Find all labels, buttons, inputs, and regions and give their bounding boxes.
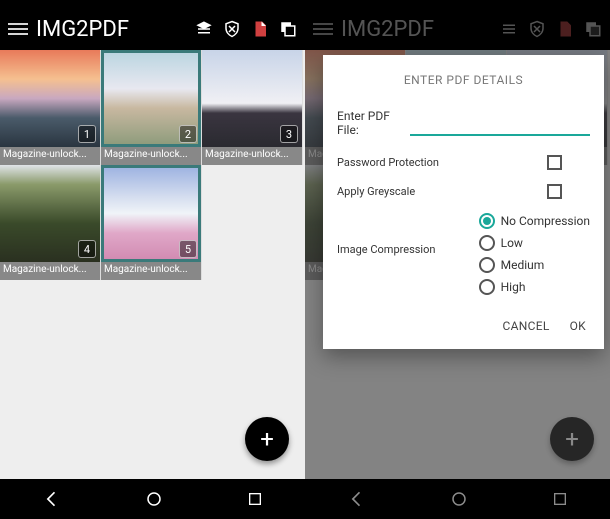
radio-icon — [479, 279, 495, 295]
status-bar — [0, 0, 305, 8]
cell-filename: Magazine-unlock... — [202, 147, 302, 165]
cancel-button[interactable]: CANCEL — [503, 319, 550, 333]
radio-icon — [479, 213, 495, 229]
appbar-actions — [195, 20, 297, 38]
phone-left: IMG2PDF 1 Magazine-unlock... 2 Magazine-… — [0, 0, 305, 519]
cell-filename: Magazine-unlock... — [101, 262, 201, 280]
cell-filename: Magazine-unlock... — [0, 147, 100, 165]
file-label: Enter PDF File: — [337, 109, 402, 137]
grid-cell[interactable]: 2 Magazine-unlock... — [101, 50, 202, 165]
compression-low-radio[interactable]: Low — [479, 235, 590, 251]
plus-icon: + — [260, 425, 274, 453]
app-title: IMG2PDF — [36, 17, 129, 42]
cell-number: 5 — [179, 240, 197, 258]
recents-icon[interactable] — [247, 491, 263, 507]
compression-medium-radio[interactable]: Medium — [479, 257, 590, 273]
pdf-details-dialog: ENTER PDF DETAILS Enter PDF File: Passwo… — [323, 55, 604, 349]
password-protection-checkbox[interactable] — [547, 155, 562, 170]
stack-icon[interactable] — [195, 20, 213, 38]
phone-right: IMG2PDF Magazine-unlock... Magazine-unlo… — [305, 0, 610, 519]
dialog-title: ENTER PDF DETAILS — [337, 73, 590, 87]
cell-number: 2 — [179, 125, 197, 143]
cell-number: 1 — [78, 125, 96, 143]
shield-icon[interactable] — [223, 20, 241, 38]
radio-icon — [479, 235, 495, 251]
image-grid: 1 Magazine-unlock... 2 Magazine-unlock..… — [0, 50, 305, 280]
radio-icon — [479, 257, 495, 273]
home-icon[interactable] — [145, 490, 163, 508]
compression-high-radio[interactable]: High — [479, 279, 590, 295]
pdf-filename-input[interactable] — [410, 111, 590, 136]
cell-number: 4 — [78, 240, 96, 258]
back-icon[interactable] — [42, 489, 62, 509]
compression-label: Image Compression — [337, 213, 435, 256]
fab-add-button[interactable]: + — [245, 417, 289, 461]
grid-cell[interactable]: 4 Magazine-unlock... — [0, 165, 101, 280]
apply-greyscale-checkbox[interactable] — [547, 184, 562, 199]
copies-icon[interactable] — [279, 20, 297, 38]
nav-bar — [0, 479, 305, 519]
menu-icon[interactable] — [8, 19, 28, 39]
grid-cell[interactable]: 5 Magazine-unlock... — [101, 165, 202, 280]
password-protection-label: Password Protection — [337, 156, 439, 169]
grid-cell[interactable]: 3 Magazine-unlock... — [202, 50, 303, 165]
pdf-icon[interactable] — [251, 20, 269, 38]
app-bar: IMG2PDF — [0, 8, 305, 50]
cell-filename: Magazine-unlock... — [0, 262, 100, 280]
apply-greyscale-label: Apply Greyscale — [337, 185, 415, 198]
compression-none-radio[interactable]: No Compression — [479, 213, 590, 229]
cell-number: 3 — [280, 125, 298, 143]
grid-cell[interactable]: 1 Magazine-unlock... — [0, 50, 101, 165]
ok-button[interactable]: OK — [570, 319, 586, 333]
cell-filename: Magazine-unlock... — [101, 147, 201, 165]
